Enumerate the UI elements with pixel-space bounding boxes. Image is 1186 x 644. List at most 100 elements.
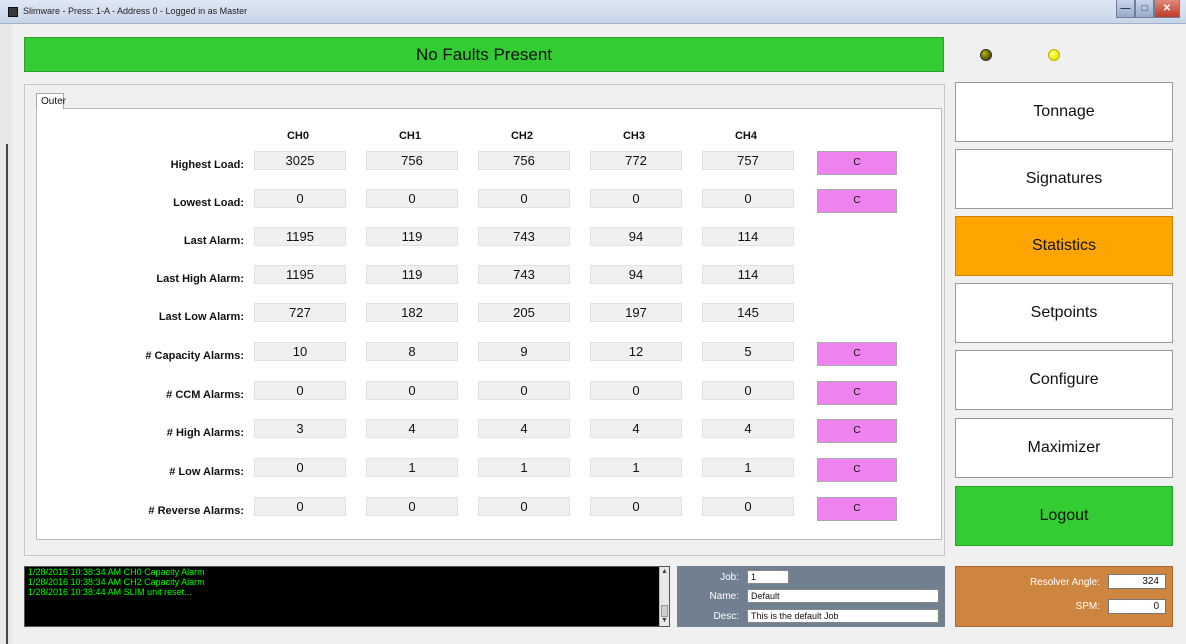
clear-button[interactable]: C [817, 381, 897, 405]
value-cell-ch0: 727 [254, 303, 346, 322]
value-cell-ch1: 0 [366, 189, 458, 208]
value-cell-ch1: 119 [366, 265, 458, 284]
value-cell-ch2: 743 [478, 265, 570, 284]
value-cell-ch3: 4 [590, 419, 682, 438]
value-cell-ch3: 94 [590, 265, 682, 284]
value-cell-ch1: 0 [366, 497, 458, 516]
nav-button-configure[interactable]: Configure [955, 350, 1173, 410]
value-cell-ch2: 0 [478, 381, 570, 400]
nav-button-statistics[interactable]: Statistics [955, 216, 1173, 276]
value-cell-ch3: 772 [590, 151, 682, 170]
value-cell-ch0: 0 [254, 381, 346, 400]
row-label: # Reverse Alarms: [148, 505, 244, 517]
value-cell-ch4: 0 [702, 189, 794, 208]
row-label: # High Alarms: [166, 427, 244, 439]
value-cell-ch4: 0 [702, 497, 794, 516]
row-label: # Capacity Alarms: [145, 350, 244, 362]
nav-button-signatures[interactable]: Signatures [955, 149, 1173, 209]
window-title: Slimware - Press: 1-A - Address 0 - Logg… [23, 6, 248, 16]
row-label: Lowest Load: [173, 197, 244, 209]
clear-button[interactable]: C [817, 419, 897, 443]
column-header-ch0: CH0 [286, 130, 309, 142]
event-log[interactable]: 1/28/2016 10:38:34 AM CH0 Capacity Alarm… [24, 566, 670, 627]
clear-button[interactable]: C [817, 497, 897, 521]
scroll-up-icon[interactable]: ▲ [660, 567, 669, 577]
value-cell-ch2: 743 [478, 227, 570, 246]
job-name-field[interactable]: Default [747, 589, 939, 603]
value-cell-ch2: 0 [478, 189, 570, 208]
log-line: 1/28/2016 10:38:34 AM CH0 Capacity Alarm [28, 567, 205, 577]
tab-outer[interactable]: Outer [36, 93, 66, 109]
column-header-ch2: CH2 [510, 130, 533, 142]
resolver-panel: Resolver Angle: 324 SPM: 0 [955, 566, 1173, 627]
log-scrollbar[interactable]: ▲ ▼ [659, 567, 669, 626]
job-desc-field[interactable]: This is the default Job [747, 609, 939, 623]
row-label: # Low Alarms: [169, 466, 244, 478]
value-cell-ch2: 205 [478, 303, 570, 322]
value-cell-ch0: 3 [254, 419, 346, 438]
value-cell-ch4: 114 [702, 227, 794, 246]
value-cell-ch0: 0 [254, 189, 346, 208]
desc-label: Desc: [713, 611, 739, 622]
value-cell-ch3: 12 [590, 342, 682, 361]
job-panel: Job: 1 Name: Default Desc: This is the d… [677, 566, 945, 627]
maximize-icon[interactable]: □ [1135, 0, 1154, 18]
value-cell-ch0: 1195 [254, 265, 346, 284]
spm-field: 0 [1108, 599, 1166, 614]
value-cell-ch4: 114 [702, 265, 794, 284]
job-label: Job: [720, 572, 739, 583]
value-cell-ch0: 0 [254, 458, 346, 477]
value-cell-ch4: 145 [702, 303, 794, 322]
nav-button-maximizer[interactable]: Maximizer [955, 418, 1173, 478]
value-cell-ch2: 9 [478, 342, 570, 361]
log-line: 1/28/2016 10:38:34 AM CH2 Capacity Alarm [28, 577, 205, 587]
row-label: # CCM Alarms: [166, 389, 244, 401]
column-header-ch1: CH1 [398, 130, 421, 142]
app-icon [8, 7, 18, 17]
job-number-field[interactable]: 1 [747, 570, 789, 584]
left-edge [0, 24, 12, 644]
value-cell-ch2: 756 [478, 151, 570, 170]
nav-button-tonnage[interactable]: Tonnage [955, 82, 1173, 142]
value-cell-ch3: 94 [590, 227, 682, 246]
value-cell-ch3: 197 [590, 303, 682, 322]
clear-button[interactable]: C [817, 189, 897, 213]
name-label: Name: [709, 591, 739, 602]
nav-button-setpoints[interactable]: Setpoints [955, 283, 1173, 343]
column-header-ch4: CH4 [734, 130, 757, 142]
value-cell-ch3: 1 [590, 458, 682, 477]
close-icon[interactable]: ✕ [1154, 0, 1180, 18]
value-cell-ch3: 0 [590, 189, 682, 208]
nav-button-logout[interactable]: Logout [955, 486, 1173, 546]
row-label: Last High Alarm: [156, 273, 244, 285]
clear-button[interactable]: C [817, 458, 897, 482]
value-cell-ch0: 1195 [254, 227, 346, 246]
minimize-icon[interactable]: — [1116, 0, 1135, 18]
clear-button[interactable]: C [817, 342, 897, 366]
value-cell-ch1: 182 [366, 303, 458, 322]
fault-status-bar: No Faults Present [24, 37, 944, 72]
status-led-icon [1048, 49, 1060, 61]
value-cell-ch0: 0 [254, 497, 346, 516]
clear-button[interactable]: C [817, 151, 897, 175]
value-cell-ch1: 119 [366, 227, 458, 246]
value-cell-ch4: 4 [702, 419, 794, 438]
value-cell-ch0: 10 [254, 342, 346, 361]
value-cell-ch4: 0 [702, 381, 794, 400]
resolver-angle-label: Resolver Angle: [1029, 577, 1100, 588]
value-cell-ch3: 0 [590, 381, 682, 400]
value-cell-ch1: 1 [366, 458, 458, 477]
value-cell-ch3: 0 [590, 497, 682, 516]
row-label: Last Low Alarm: [158, 311, 244, 323]
row-label: Last Alarm: [183, 235, 244, 247]
value-cell-ch2: 1 [478, 458, 570, 477]
value-cell-ch1: 8 [366, 342, 458, 361]
column-header-ch3: CH3 [622, 130, 645, 142]
window-controls: — □ ✕ [1116, 0, 1180, 18]
resolver-angle-field: 324 [1108, 574, 1166, 589]
value-cell-ch4: 757 [702, 151, 794, 170]
log-line: 1/28/2016 10:38:44 AM SLIM unit reset... [28, 587, 192, 597]
value-cell-ch4: 5 [702, 342, 794, 361]
value-cell-ch0: 3025 [254, 151, 346, 170]
scroll-down-icon[interactable]: ▼ [660, 616, 669, 626]
